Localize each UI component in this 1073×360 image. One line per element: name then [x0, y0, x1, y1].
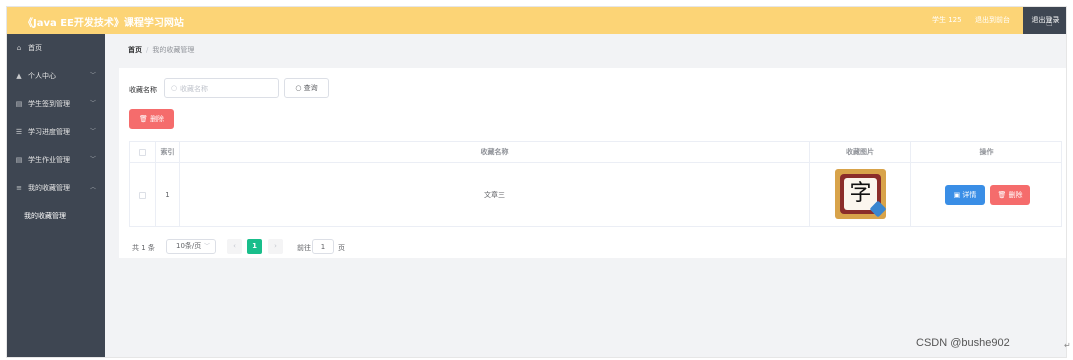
column-header-index: 索引: [156, 142, 180, 163]
sidebar-item-favorites[interactable]: ≡ 我的收藏管理 ︿: [7, 174, 105, 202]
sidebar-item-home[interactable]: ⌂ 首页: [7, 34, 105, 62]
row-select-cell: [130, 163, 156, 227]
home-icon: ⌂: [16, 44, 22, 52]
detail-button-label: 详情: [962, 191, 977, 199]
select-all-cell: [130, 142, 156, 163]
goto-label: 前往: [297, 244, 311, 252]
column-header-name: 收藏名称: [180, 142, 810, 163]
sidebar-item-label: 首页: [28, 44, 42, 52]
sidebar-item-checkin[interactable]: ▤ 学生签到管理 ﹀: [7, 90, 105, 118]
trash-icon: 🗑: [997, 191, 1007, 199]
table-cell-index: 1: [156, 163, 180, 227]
page-size-value: 10条/页: [176, 242, 202, 250]
page-size-select[interactable]: 10条/页 ﹀: [166, 239, 216, 254]
sidebar: ⌂ 首页 ▲ 个人中心 ﹀ ▤ 学生签到管理 ﹀ ☰ 学习进度管理 ﹀ ▤ 学生…: [7, 34, 105, 357]
breadcrumb-separator: /: [146, 46, 149, 54]
sidebar-item-label: 个人中心: [28, 72, 56, 80]
table-cell-actions: ▣ 详情 🗑 删除: [911, 163, 1062, 227]
sidebar-item-label: 我的收藏管理: [28, 184, 70, 192]
chevron-up-icon: ︿: [90, 184, 97, 191]
search-label: 收藏名称: [129, 86, 157, 94]
favorites-table: 索引 收藏名称 收藏图片 操作 1 文章三 字 ▣ 详情 🗑 删除: [129, 141, 1062, 227]
sidebar-item-label: 学生作业管理: [28, 156, 70, 164]
prev-page-button[interactable]: ‹: [227, 239, 242, 254]
logout-button[interactable]: 退出登录: [1023, 7, 1066, 34]
row-delete-label: 删除: [1008, 191, 1023, 199]
row-checkbox[interactable]: [139, 191, 146, 199]
list-icon: ☰: [15, 128, 23, 136]
app-window: 《Java EE开发技术》课程学习网站 学生 125 退出到前台 退出登录 ☝ …: [6, 6, 1067, 358]
chevron-down-icon: ﹀: [90, 100, 97, 107]
pagination-total: 共 1 条: [132, 244, 155, 252]
next-page-button[interactable]: ›: [268, 239, 283, 254]
column-header-actions: 操作: [911, 142, 1062, 163]
page-unit-label: 页: [338, 244, 345, 252]
delete-button-label: 删除: [150, 115, 165, 123]
user-icon: ▲: [16, 72, 22, 80]
top-header: 《Java EE开发技术》课程学习网站 学生 125 退出到前台 退出登录 ☝: [7, 7, 1066, 34]
column-header-image: 收藏图片: [810, 142, 911, 163]
return-arrow-icon: ↵: [1064, 341, 1071, 350]
table-cell-name: 文章三: [180, 163, 810, 227]
select-all-checkbox[interactable]: [139, 148, 146, 156]
detail-icon: ▣: [953, 191, 961, 199]
content-panel: 收藏名称 ○ ○ 查询 🗑 删除 索引 收藏名称 收藏图片 操作 1 文章三: [119, 68, 1066, 258]
watermark: CSDN @bushe902: [916, 337, 1010, 349]
page-number-1[interactable]: 1: [247, 239, 262, 254]
detail-button[interactable]: ▣ 详情: [945, 185, 985, 205]
query-button-label: 查询: [303, 84, 318, 92]
sidebar-subitem-favorites[interactable]: 我的收藏管理: [24, 211, 66, 221]
query-button[interactable]: ○ 查询: [284, 78, 329, 98]
breadcrumb: 首页 / 我的收藏管理: [128, 45, 194, 55]
chevron-down-icon: ﹀: [90, 156, 97, 163]
breadcrumb-home[interactable]: 首页: [128, 46, 142, 54]
document-icon: ▤: [15, 156, 23, 164]
document-icon: ▤: [15, 100, 23, 108]
search-icon: ○: [171, 84, 178, 92]
goto-page-input[interactable]: [312, 239, 334, 254]
menu-icon: ≡: [16, 184, 22, 192]
sidebar-item-homework[interactable]: ▤ 学生作业管理 ﹀: [7, 146, 105, 174]
chevron-down-icon: ﹀: [203, 243, 210, 250]
breadcrumb-current: 我的收藏管理: [152, 46, 195, 54]
site-title: 《Java EE开发技术》课程学习网站: [23, 18, 184, 29]
batch-delete-button[interactable]: 🗑 删除: [129, 109, 174, 129]
search-input[interactable]: [180, 81, 276, 96]
trash-icon: 🗑: [138, 115, 148, 123]
back-to-frontend-link[interactable]: 退出到前台: [975, 15, 1010, 25]
sidebar-item-label: 学生签到管理: [28, 100, 70, 108]
mouse-cursor-icon: ☝: [1046, 16, 1053, 29]
chevron-down-icon: ﹀: [90, 72, 97, 79]
row-delete-button[interactable]: 🗑 删除: [990, 185, 1030, 205]
search-icon: ○: [295, 84, 302, 92]
chevron-down-icon: ﹀: [90, 128, 97, 135]
favorite-thumbnail: 字: [835, 169, 887, 219]
current-user-label: 学生 125: [932, 16, 962, 24]
sidebar-item-label: 学习进度管理: [28, 128, 70, 136]
search-field[interactable]: ○: [164, 78, 279, 98]
table-cell-image: 字: [810, 163, 911, 227]
sidebar-item-progress[interactable]: ☰ 学习进度管理 ﹀: [7, 118, 105, 146]
sidebar-item-personal-center[interactable]: ▲ 个人中心 ﹀: [7, 62, 105, 90]
